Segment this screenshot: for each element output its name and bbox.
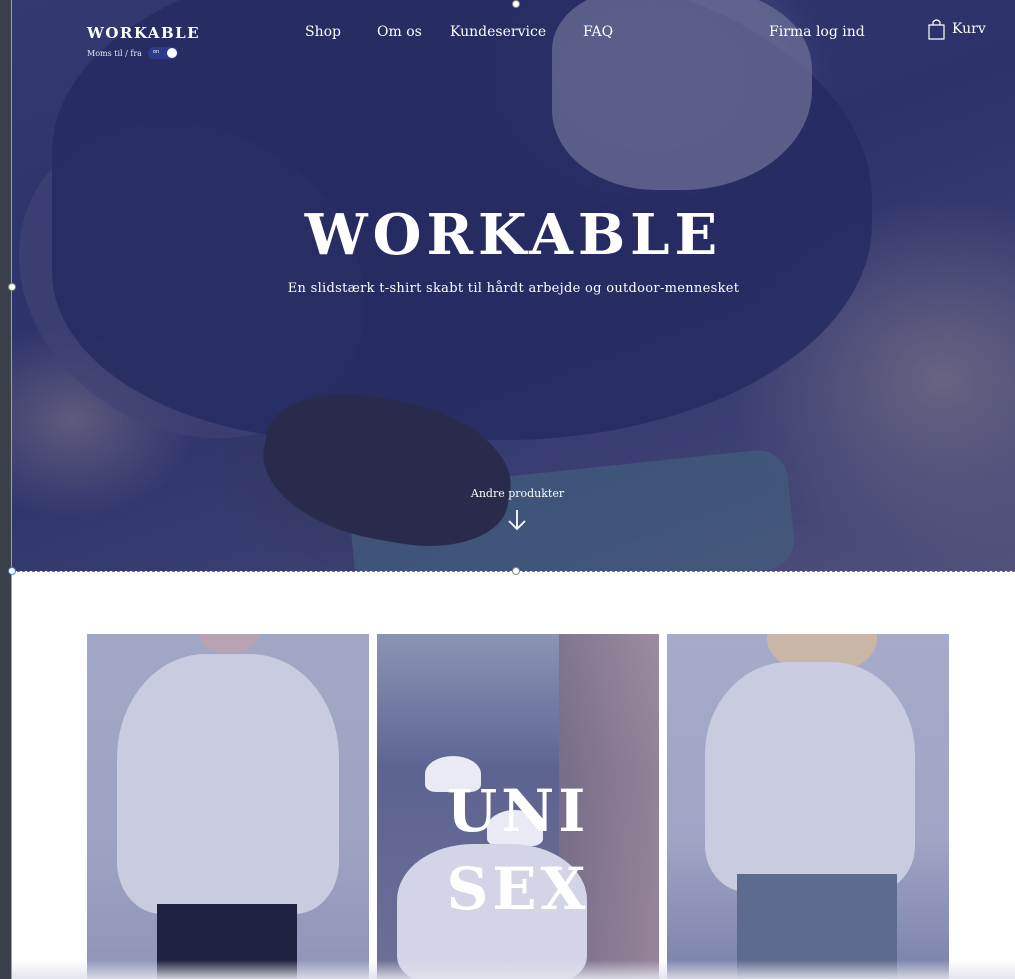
vat-toggle-label: Moms til / fra bbox=[87, 48, 142, 58]
model-tshirt bbox=[117, 654, 339, 914]
shopping-bag-icon bbox=[928, 19, 945, 40]
brand-logo[interactable]: WORKABLE bbox=[87, 24, 200, 42]
vat-toggle[interactable]: on bbox=[147, 47, 178, 59]
editor-resize-handle-top[interactable] bbox=[512, 0, 520, 8]
product-card-women[interactable] bbox=[667, 634, 949, 979]
editor-frame bbox=[0, 0, 11, 979]
model-head bbox=[199, 634, 259, 654]
cart-button[interactable]: Kurv bbox=[928, 18, 986, 40]
top-navigation: WORKABLE Moms til / fra on Shop Om os Ku… bbox=[12, 0, 1015, 70]
nav-company-login[interactable]: Firma log ind bbox=[769, 24, 865, 40]
hero-section: WORKABLE Moms til / fra on Shop Om os Ku… bbox=[12, 0, 1015, 571]
product-card-men[interactable] bbox=[87, 634, 369, 979]
product-card-unisex[interactable]: UNI SEX bbox=[377, 634, 659, 979]
editor-resize-handle-left[interactable] bbox=[8, 283, 16, 291]
vat-toggle-group: Moms til / fra on bbox=[87, 47, 178, 59]
scroll-fade bbox=[12, 960, 1015, 979]
model-tshirt bbox=[705, 662, 915, 892]
cart-label: Kurv bbox=[952, 21, 986, 37]
editor-corner-handle[interactable] bbox=[8, 567, 16, 575]
webpage: WORKABLE Moms til / fra on Shop Om os Ku… bbox=[12, 0, 1015, 979]
nav-customer-service[interactable]: Kundeservice bbox=[450, 24, 546, 40]
product-grid: UNI SEX bbox=[87, 634, 949, 979]
hero-subtitle: En slidstærk t-shirt skabt til hårdt arb… bbox=[287, 281, 740, 296]
other-products-link[interactable]: Andre produkter bbox=[12, 487, 1015, 500]
vat-toggle-state: on bbox=[152, 49, 160, 55]
unisex-title-line-1: UNI bbox=[446, 777, 590, 845]
hero-title: WORKABLE bbox=[304, 202, 723, 268]
nav-about[interactable]: Om os bbox=[377, 24, 422, 40]
vat-toggle-knob bbox=[166, 48, 177, 58]
unisex-title-line-2: SEX bbox=[446, 855, 590, 923]
arrow-down-icon[interactable] bbox=[507, 508, 527, 532]
nav-faq[interactable]: FAQ bbox=[583, 24, 613, 40]
nav-shop[interactable]: Shop bbox=[305, 24, 341, 40]
editor-resize-handle-bottom[interactable] bbox=[512, 567, 520, 575]
